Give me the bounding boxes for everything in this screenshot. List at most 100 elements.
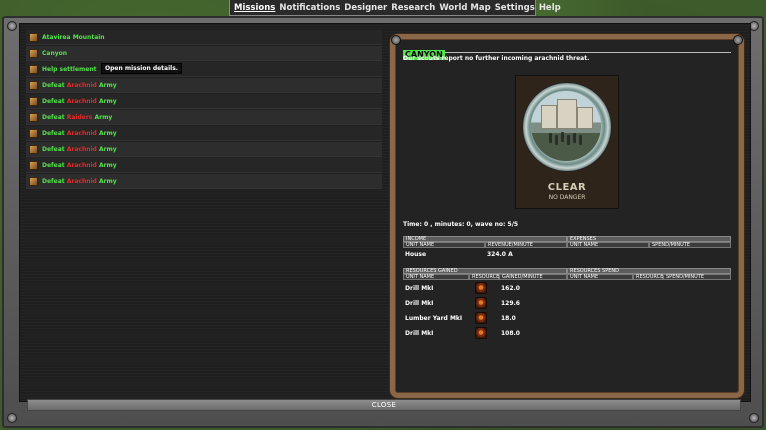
income-col-name: UNIT NAME — [403, 242, 485, 248]
mission-scroll-icon — [29, 96, 38, 106]
mission-list: Atavirea Mountain Canyon Help settlement Op… — [26, 30, 382, 190]
enemy-name: Arachnid — [66, 81, 97, 89]
gained-row-value: 162.0 — [501, 285, 520, 292]
tab-settings[interactable]: Settings — [493, 3, 537, 13]
screw-icon — [7, 413, 17, 423]
gained-row-value: 129.6 — [501, 300, 520, 307]
mission-text: Army — [96, 97, 117, 105]
gained-col-name: UNIT NAME — [403, 274, 469, 280]
gained-col-value: GAINED/MINUTE — [499, 274, 567, 280]
mission-label: Defeat Raiders Army — [42, 114, 112, 121]
status-card: CLEAR NO DANGER — [515, 75, 619, 209]
mission-list-item[interactable]: Defeat Arachnid Army — [26, 78, 382, 93]
mission-list-item[interactable]: Defeat Raiders Army — [26, 110, 382, 125]
mission-list-item[interactable]: Defeat Arachnid Army — [26, 94, 382, 109]
screw-icon — [749, 413, 759, 423]
mission-label: Canyon — [42, 50, 67, 57]
bolt-icon — [733, 35, 743, 45]
mission-scroll-icon — [29, 112, 38, 122]
mission-text: Army — [96, 145, 117, 153]
tab-designer[interactable]: Designer — [342, 3, 389, 13]
wave-timer: Time: 0 , minutes: 0, wave no: 5/5 — [403, 221, 519, 228]
tab-research[interactable]: Research — [389, 3, 437, 13]
enemy-name: Arachnid — [66, 161, 97, 169]
spend-col-value: SPEND/MINUTE — [663, 274, 731, 280]
mission-list-item[interactable]: Atavirea Mountain — [26, 30, 382, 45]
enemy-name: Arachnid — [66, 97, 97, 105]
ore-icon — [475, 327, 487, 339]
mission-text: Army — [92, 113, 113, 121]
tab-world-map[interactable]: World Map — [437, 3, 492, 13]
mission-text: Defeat — [42, 177, 67, 185]
tab-help[interactable]: Help — [537, 3, 563, 13]
spend-col-resource: RESOURCE — [633, 274, 663, 280]
mission-scroll-icon — [29, 64, 38, 74]
danger-level: NO DANGER — [548, 194, 586, 201]
screw-icon — [7, 21, 17, 31]
mission-list-item[interactable]: Defeat Arachnid Army — [26, 126, 382, 141]
enemy-name: Arachnid — [66, 177, 97, 185]
mission-scroll-icon — [29, 80, 38, 90]
mission-text: Defeat — [42, 129, 67, 137]
mission-label: Atavirea Mountain — [42, 34, 105, 41]
status-label: CLEAR — [547, 182, 587, 193]
wood-icon — [475, 312, 487, 324]
mission-label: Help settlement — [42, 66, 97, 73]
expenses-col-value: SPEND/MINUTE — [649, 242, 731, 248]
mission-scroll-icon — [29, 176, 38, 186]
income-col-value: REVENUE/MINUTE — [485, 242, 567, 248]
mission-text: Army — [96, 81, 117, 89]
mission-scroll-icon — [29, 144, 38, 154]
close-button[interactable]: CLOSE — [27, 399, 741, 411]
enemy-name: Arachnid — [66, 129, 97, 137]
enemy-name: Raiders — [66, 113, 93, 121]
tab-notifications[interactable]: Notifications — [277, 3, 342, 13]
mission-text: Canyon — [42, 49, 68, 57]
mission-text: Army — [96, 129, 117, 137]
settlement-illustration — [531, 91, 601, 161]
detail-title-bar: CANYON — [403, 42, 731, 60]
mission-label: Defeat Arachnid Army — [42, 98, 117, 105]
mission-label: Defeat Arachnid Army — [42, 178, 117, 185]
tab-missions[interactable]: Missions — [232, 3, 277, 13]
mission-label: Defeat Arachnid Army — [42, 146, 117, 153]
top-nav: Missions Notifications Designer Research… — [229, 0, 561, 16]
gained-row-name: Drill MkI — [405, 330, 434, 337]
missions-window: Atavirea Mountain Canyon Help settlement Op… — [2, 16, 764, 428]
bolt-icon — [391, 35, 401, 45]
gained-row-name: Drill MkI — [405, 300, 434, 307]
mission-text: Army — [96, 177, 117, 185]
mission-text: Defeat — [42, 145, 67, 153]
mission-text: Help settlement — [42, 65, 97, 73]
mission-report: Our scouts report no further incoming ar… — [403, 55, 590, 62]
mission-text: Defeat — [42, 113, 67, 121]
mission-text: Defeat — [42, 161, 67, 169]
expenses-col-name: UNIT NAME — [567, 242, 649, 248]
mission-label: Defeat Arachnid Army — [42, 162, 117, 169]
mission-scroll-icon — [29, 128, 38, 138]
mission-tooltip: Open mission details. — [101, 63, 183, 74]
window-content: Atavirea Mountain Canyon Help settlement Op… — [19, 23, 751, 402]
mission-list-item[interactable]: Defeat Arachnid Army — [26, 158, 382, 173]
gained-col-resource: RESOURCE — [469, 274, 499, 280]
gained-row-name: Lumber Yard MkI — [405, 315, 463, 322]
mission-text: Atavirea Mountain — [42, 33, 105, 41]
income-row-name: House — [405, 251, 427, 258]
mission-list-item[interactable]: Defeat Arachnid Army — [26, 142, 382, 157]
ore-icon — [475, 297, 487, 309]
mission-text: Defeat — [42, 97, 67, 105]
mission-list-item[interactable]: Canyon — [26, 46, 382, 61]
mission-list-item[interactable]: Help settlement Open mission details. — [26, 62, 382, 77]
gained-row-value: 108.0 — [501, 330, 520, 337]
mission-label: Defeat Arachnid Army — [42, 130, 117, 137]
gained-row-name: Drill MkI — [405, 285, 434, 292]
mission-text: Army — [96, 161, 117, 169]
spend-col-name: UNIT NAME — [567, 274, 633, 280]
mission-list-item[interactable]: Defeat Arachnid Army — [26, 174, 382, 189]
mission-scroll-icon — [29, 48, 38, 58]
mission-detail-panel: CANYON Our scouts report no further inco… — [390, 34, 744, 398]
enemy-name: Arachnid — [66, 145, 97, 153]
gained-row-value: 18.0 — [501, 315, 516, 322]
mission-label: Defeat Arachnid Army — [42, 82, 117, 89]
ore-icon — [475, 282, 487, 294]
